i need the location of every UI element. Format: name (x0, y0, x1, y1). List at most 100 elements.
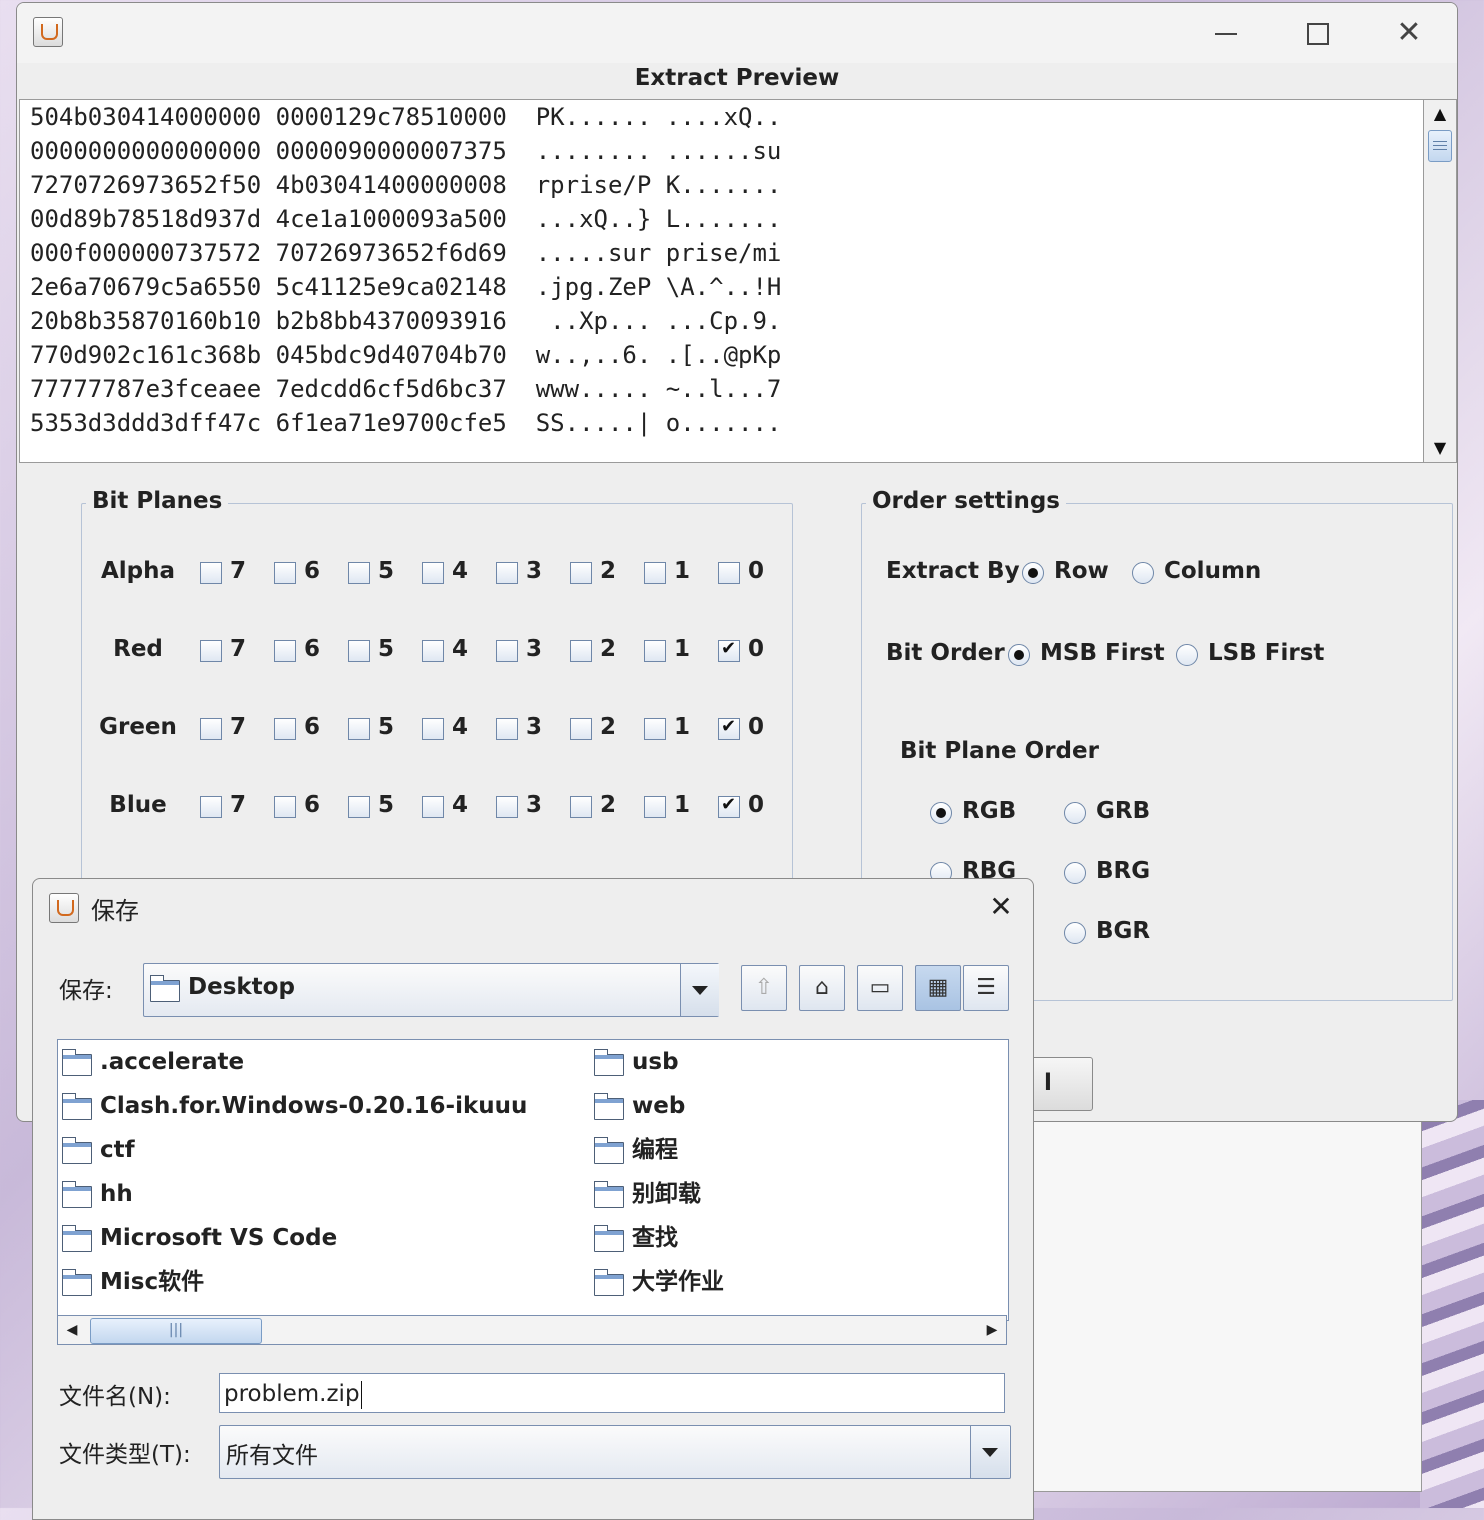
chevron-down-icon[interactable] (970, 1426, 1009, 1478)
file-list[interactable]: .accelerate Clash.for.Windows-0.20.16-iku… (57, 1039, 1009, 1321)
vertical-scrollbar[interactable]: ▲ ▼ (1423, 99, 1457, 463)
red-bit-1-checkbox[interactable] (644, 640, 666, 662)
scroll-down-arrow-icon[interactable]: ▼ (1424, 434, 1456, 462)
bit-number-label: 6 (304, 558, 321, 584)
brg-label: BRG (1096, 858, 1151, 884)
alpha-bit-2-checkbox[interactable] (570, 562, 592, 584)
chevron-down-icon[interactable] (680, 964, 719, 1016)
horizontal-scrollbar[interactable]: ◀ ||| ▶ (57, 1315, 1007, 1345)
red-bit-6-checkbox[interactable] (274, 640, 296, 662)
scroll-thumb[interactable] (1428, 130, 1452, 162)
filename-value: problem.zip (224, 1381, 360, 1407)
file-name: 编程 (632, 1137, 678, 1163)
bit-number-label: 1 (674, 792, 691, 818)
green-bit-0-checkbox[interactable] (718, 716, 740, 740)
location-combo[interactable]: Desktop (143, 963, 719, 1017)
red-bit-5-checkbox[interactable] (348, 640, 370, 662)
brg-radio[interactable] (1064, 862, 1086, 884)
hex-line: 20b8b35870160b10 b2b8bb4370093916 ..Xp..… (30, 307, 782, 335)
green-bit-7-checkbox[interactable] (200, 718, 222, 740)
bgr-radio[interactable] (1064, 922, 1086, 944)
folder-icon (594, 1049, 624, 1076)
green-bit-5-checkbox[interactable] (348, 718, 370, 740)
bit-number-label: 3 (526, 792, 543, 818)
file-name: ctf (100, 1137, 135, 1163)
filetype-combo[interactable]: 所有文件 (219, 1425, 1011, 1479)
hex-line: 0000000000000000 0000090000007375 ......… (30, 137, 782, 165)
blue-bit-4-checkbox[interactable] (422, 796, 444, 818)
close-button[interactable]: ✕ (1389, 13, 1429, 53)
dialog-close-button[interactable]: ✕ (983, 889, 1019, 925)
hex-line: 5353d3ddd3dff47c 6f1ea71e9700cfe5 SS....… (30, 409, 782, 437)
extract-by-row-radio[interactable] (1022, 562, 1044, 584)
scroll-right-arrow-icon[interactable]: ▶ (978, 1316, 1006, 1344)
up-one-level-button[interactable]: ⇧ (741, 965, 787, 1011)
hex-line: 77777787e3fceaee 7edcdd6cf5d6bc37 www...… (30, 375, 782, 403)
lsb-first-label: LSB First (1208, 640, 1325, 666)
red-bit-4-checkbox[interactable] (422, 640, 444, 662)
save-in-label: 保存: (59, 978, 113, 1004)
scroll-thumb[interactable]: ||| (90, 1318, 262, 1344)
blue-bit-0-checkbox[interactable] (718, 794, 740, 818)
minimize-button[interactable] (1205, 13, 1245, 53)
alpha-bit-4-checkbox[interactable] (422, 562, 444, 584)
scroll-left-arrow-icon[interactable]: ◀ (58, 1316, 86, 1344)
bit-number-label: 6 (304, 714, 321, 740)
green-bit-3-checkbox[interactable] (496, 718, 518, 740)
new-folder-button[interactable]: ▭ (857, 965, 903, 1011)
title-bar: ✕ (17, 3, 1457, 63)
extract-by-column-radio[interactable] (1132, 562, 1154, 584)
bit-planes-group: Bit Planes Alpha 7 6 5 4 3 2 1 0 Red 7 6 5 4 3 2 1 0 Green… (81, 488, 793, 925)
file-name: .accelerate (100, 1049, 245, 1075)
extract-by-column-label: Column (1164, 558, 1262, 584)
filename-label: 文件名(N): (59, 1384, 171, 1410)
blue-bit-3-checkbox[interactable] (496, 796, 518, 818)
green-bit-2-checkbox[interactable] (570, 718, 592, 740)
close-icon: ✕ (1396, 15, 1422, 50)
bit-number-label: 5 (378, 792, 395, 818)
bit-number-label: 4 (452, 636, 469, 662)
filename-input[interactable]: problem.zip (219, 1373, 1005, 1413)
file-name: Microsoft VS Code (100, 1225, 338, 1251)
bit-number-label: 1 (674, 714, 691, 740)
hex-line: 7270726973652f50 4b03041400000008 rprise… (30, 171, 782, 199)
blue-bit-1-checkbox[interactable] (644, 796, 666, 818)
maximize-button[interactable] (1297, 13, 1337, 53)
rgb-radio[interactable] (930, 802, 952, 824)
list-view-button[interactable]: ▦ (915, 965, 961, 1011)
hex-line: 00d89b78518d937d 4ce1a1000093a500 ...xQ.… (30, 205, 782, 233)
alpha-bit-0-checkbox[interactable] (718, 562, 740, 584)
blue-bit-6-checkbox[interactable] (274, 796, 296, 818)
green-bit-6-checkbox[interactable] (274, 718, 296, 740)
blue-bit-7-checkbox[interactable] (200, 796, 222, 818)
green-bit-4-checkbox[interactable] (422, 718, 444, 740)
details-view-button[interactable]: ☰ (963, 965, 1009, 1011)
bit-plane-order-label: Bit Plane Order (900, 738, 1099, 764)
blue-bit-5-checkbox[interactable] (348, 796, 370, 818)
green-bit-1-checkbox[interactable] (644, 718, 666, 740)
red-bit-2-checkbox[interactable] (570, 640, 592, 662)
blue-bit-2-checkbox[interactable] (570, 796, 592, 818)
alpha-bit-5-checkbox[interactable] (348, 562, 370, 584)
bit-number-label: 2 (600, 714, 617, 740)
scroll-up-arrow-icon[interactable]: ▲ (1424, 100, 1456, 128)
folder-icon (62, 1225, 92, 1252)
red-bit-0-checkbox[interactable] (718, 638, 740, 662)
alpha-bit-3-checkbox[interactable] (496, 562, 518, 584)
red-bit-7-checkbox[interactable] (200, 640, 222, 662)
hex-line: 2e6a70679c5a6550 5c41125e9ca02148 .jpg.Z… (30, 273, 782, 301)
alpha-bit-6-checkbox[interactable] (274, 562, 296, 584)
home-button[interactable]: ⌂ (799, 965, 845, 1011)
lsb-first-radio[interactable] (1176, 644, 1198, 666)
msb-first-label: MSB First (1040, 640, 1165, 666)
alpha-bit-7-checkbox[interactable] (200, 562, 222, 584)
hex-preview-text-area[interactable]: 504b030414000000 0000129c78510000 PK....… (19, 99, 1425, 463)
grb-radio[interactable] (1064, 802, 1086, 824)
folder-icon (62, 1269, 92, 1296)
java-app-icon (33, 17, 63, 47)
alpha-bit-1-checkbox[interactable] (644, 562, 666, 584)
red-bit-3-checkbox[interactable] (496, 640, 518, 662)
bit-number-label: 7 (230, 558, 247, 584)
msb-first-radio[interactable] (1008, 644, 1030, 666)
file-name: 别卸载 (632, 1181, 701, 1207)
